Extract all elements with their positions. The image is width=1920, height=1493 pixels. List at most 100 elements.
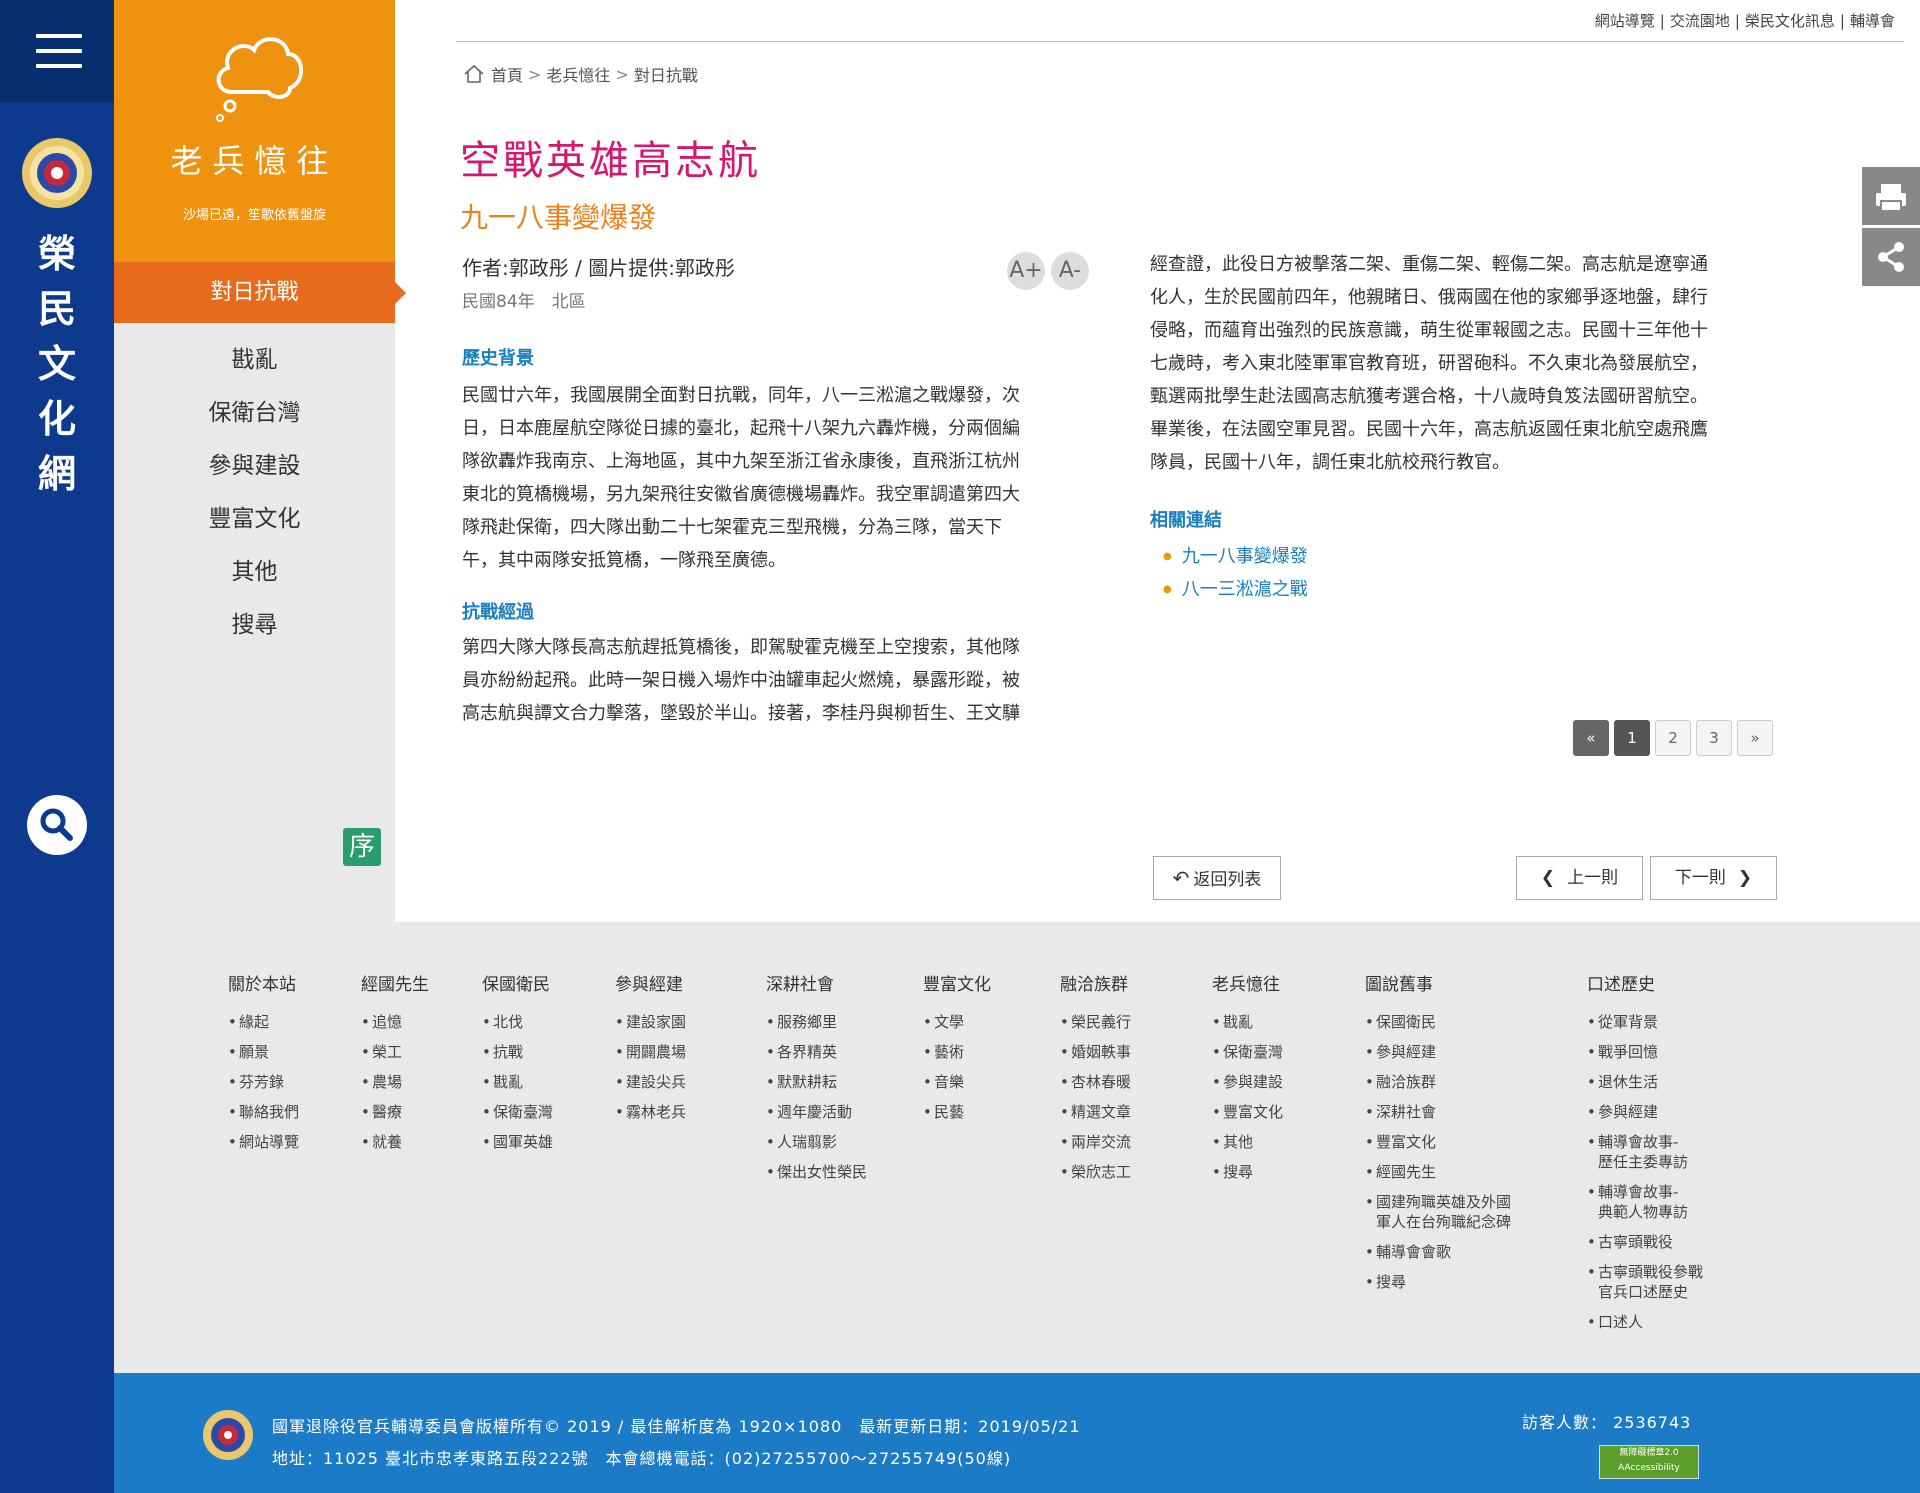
footer-link[interactable]: 民藝 [923,1102,991,1122]
side-item[interactable]: 保衛台灣 [114,395,395,448]
side-item[interactable]: 搜尋 [114,607,395,660]
footer-link[interactable]: 週年慶活動 [766,1102,867,1122]
footer-link[interactable]: 建設家園 [615,1012,686,1032]
footer-link[interactable]: 古寧頭戰役 [1587,1232,1703,1252]
related-link[interactable]: 八一三淞滬之戰 [1163,575,1308,601]
footer-column-title[interactable]: 關於本站 [228,970,299,995]
footer-link[interactable]: 口述人 [1587,1312,1703,1332]
footer-link[interactable]: 開闢農場 [615,1042,686,1062]
footer-link[interactable]: 抗戰 [482,1042,553,1062]
top-link[interactable]: 榮民文化訊息 [1745,12,1835,30]
footer-column-title[interactable]: 經國先生 [361,970,429,995]
top-link[interactable]: 輔導會 [1850,12,1895,30]
emblem-logo[interactable] [20,136,94,210]
footer-column-title[interactable]: 圖說舊事 [1365,970,1511,995]
footer-link[interactable]: 從軍背景 [1587,1012,1703,1032]
footer-link[interactable]: 其他 [1212,1132,1283,1152]
next-button[interactable]: 下一則 ❯ [1650,856,1777,900]
footer-link[interactable]: 藝術 [923,1042,991,1062]
side-item[interactable]: 豐富文化 [114,501,395,554]
footer-link[interactable]: 參與經建 [1365,1042,1511,1062]
breadcrumb-item[interactable]: 老兵憶往 [546,62,610,86]
footer-link[interactable]: 國軍英雄 [482,1132,553,1152]
page-button[interactable]: 3 [1696,720,1732,756]
footer-link[interactable]: 戡亂 [1212,1012,1283,1032]
footer-link[interactable]: 精選文章 [1060,1102,1131,1122]
footer-link[interactable]: 豐富文化 [1365,1132,1511,1152]
footer-link[interactable]: 婚姻軼事 [1060,1042,1131,1062]
footer-link[interactable]: 人瑞翦影 [766,1132,867,1152]
footer-link[interactable]: 搜尋 [1212,1162,1283,1182]
footer-link[interactable]: 經國先生 [1365,1162,1511,1182]
footer-link[interactable]: 就養 [361,1132,429,1152]
footer-link[interactable]: 兩岸交流 [1060,1132,1131,1152]
footer-link[interactable]: 保衛臺灣 [1212,1042,1283,1062]
footer-link[interactable]: 霧林老兵 [615,1102,686,1122]
footer-link[interactable]: 追憶 [361,1012,429,1032]
footer-link[interactable]: 醫療 [361,1102,429,1122]
footer-link[interactable]: 芬芳錄 [228,1072,299,1092]
footer-link[interactable]: 古寧頭戰役參戰 官兵口述歷史 [1587,1262,1703,1302]
site-name[interactable]: 榮 民 文 化 網 [0,226,114,501]
footer-link[interactable]: 輔導會會歌 [1365,1242,1511,1262]
footer-link[interactable]: 榮工 [361,1042,429,1062]
last-page-button[interactable]: » [1737,720,1773,756]
side-item-active[interactable]: 對日抗戰 [114,262,406,323]
footer-column-title[interactable]: 口述歷史 [1587,970,1703,995]
footer-link[interactable]: 緣起 [228,1012,299,1032]
footer-link[interactable]: 默默耕耘 [766,1072,867,1092]
home-icon[interactable] [463,64,485,84]
footer-link[interactable]: 輔導會故事- 典範人物專訪 [1587,1182,1703,1222]
footer-link[interactable]: 網站導覽 [228,1132,299,1152]
footer-link[interactable]: 農場 [361,1072,429,1092]
footer-link[interactable]: 深耕社會 [1365,1102,1511,1122]
footer-link[interactable]: 豐富文化 [1212,1102,1283,1122]
footer-link[interactable]: 參與經建 [1587,1102,1703,1122]
top-link[interactable]: 網站導覽 [1595,12,1655,30]
footer-link[interactable]: 杏林春暖 [1060,1072,1131,1092]
preface-button[interactable]: 序 [343,828,381,866]
footer-link[interactable]: 融洽族群 [1365,1072,1511,1092]
footer-column-title[interactable]: 保國衛民 [482,970,553,995]
footer-column-title[interactable]: 深耕社會 [766,970,867,995]
side-item[interactable]: 參與建設 [114,448,395,501]
footer-link[interactable]: 文學 [923,1012,991,1032]
footer-link[interactable]: 保衛臺灣 [482,1102,553,1122]
footer-link[interactable]: 建設尖兵 [615,1072,686,1092]
page-button[interactable]: 1 [1614,720,1650,756]
footer-link[interactable]: 音樂 [923,1072,991,1092]
footer-link[interactable]: 服務鄉里 [766,1012,867,1032]
footer-column-title[interactable]: 老兵憶往 [1212,970,1283,995]
footer-link[interactable]: 搜尋 [1365,1272,1511,1292]
footer-link[interactable]: 輔導會故事- 歷任主委專訪 [1587,1132,1703,1172]
footer-column-title[interactable]: 融洽族群 [1060,970,1131,995]
prev-button[interactable]: ❮ 上一則 [1516,856,1643,900]
related-link[interactable]: 九一八事變爆發 [1163,542,1308,568]
back-to-list-button[interactable]: ↶ 返回列表 [1153,856,1281,900]
footer-link[interactable]: 國建殉職英雄及外國 軍人在台殉職紀念碑 [1365,1192,1511,1232]
footer-link[interactable]: 聯絡我們 [228,1102,299,1122]
top-link[interactable]: 交流園地 [1670,12,1730,30]
side-item[interactable]: 其他 [114,554,395,607]
footer-link[interactable]: 戡亂 [482,1072,553,1092]
breadcrumb-home[interactable]: 首頁 [491,62,523,86]
footer-link[interactable]: 願景 [228,1042,299,1062]
share-button[interactable] [1862,228,1920,286]
footer-link[interactable]: 北伐 [482,1012,553,1032]
footer-column-title[interactable]: 豐富文化 [923,970,991,995]
footer-link[interactable]: 戰爭回憶 [1587,1042,1703,1062]
accessibility-badge[interactable]: 無障礙標章2.0 AAccessibility [1599,1445,1699,1479]
footer-link[interactable]: 退休生活 [1587,1072,1703,1092]
footer-link[interactable]: 榮民義行 [1060,1012,1131,1032]
footer-link[interactable]: 參與建設 [1212,1072,1283,1092]
font-decrease-button[interactable]: A- [1051,252,1089,290]
first-page-button[interactable]: « [1573,720,1609,756]
search-button[interactable] [27,795,87,855]
hamburger-menu-icon[interactable] [36,34,82,68]
footer-column-title[interactable]: 參與經建 [615,970,686,995]
print-button[interactable] [1862,167,1920,225]
footer-link[interactable]: 傑出女性榮民 [766,1162,867,1182]
footer-link[interactable]: 各界精英 [766,1042,867,1062]
footer-link[interactable]: 保國衛民 [1365,1012,1511,1032]
page-button[interactable]: 2 [1655,720,1691,756]
